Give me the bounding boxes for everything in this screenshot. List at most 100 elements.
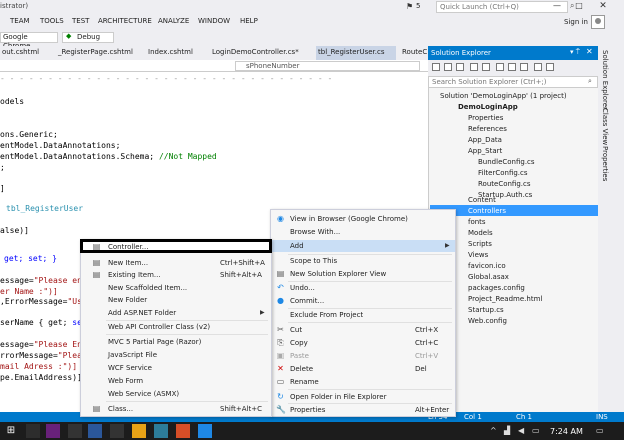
menu-item-new-folder[interactable]: New Folder	[108, 296, 147, 304]
volume-icon[interactable]: ◀	[518, 426, 524, 435]
browser-select[interactable]: Google Chrome	[0, 32, 58, 50]
tree-item[interactable]: Scripts	[468, 240, 492, 248]
menu-item-add[interactable]: Add	[290, 242, 304, 250]
side-tab-class-view[interactable]: Class View	[601, 108, 609, 145]
word-icon[interactable]	[88, 424, 102, 438]
refresh-icon[interactable]	[496, 63, 504, 71]
menu-item-controller[interactable]: Controller...	[108, 243, 148, 251]
network-icon[interactable]: ▟	[504, 426, 510, 435]
menu-item-open-folder[interactable]: Open Folder in File Explorer	[290, 393, 386, 401]
tree-item[interactable]: App_Start	[468, 147, 502, 155]
menu-item-add-aspnet-folder[interactable]: Add ASP.NET Folder	[108, 309, 176, 317]
tree-item[interactable]: fonts	[468, 218, 486, 226]
history-icon[interactable]	[482, 63, 490, 71]
tab-registerpage[interactable]: _RegisterPage.cshtml	[58, 48, 133, 56]
menu-item-copy[interactable]: Copy	[290, 339, 308, 347]
tab-layout[interactable]: out.cshtml	[2, 48, 39, 56]
menu-item-view-in-browser[interactable]: View in Browser (Google Chrome)	[290, 215, 408, 223]
menu-team[interactable]: TEAM	[10, 17, 30, 25]
keyboard-icon[interactable]: ▭	[532, 426, 540, 435]
taskbar-app-icon[interactable]	[176, 424, 190, 438]
close-icon[interactable]: ✕	[586, 47, 593, 56]
taskbar-app-icon[interactable]	[110, 424, 124, 438]
solution-search-input[interactable]: Search Solution Explorer (Ctrl+;)	[428, 76, 598, 88]
taskbar-app-icon[interactable]	[198, 424, 212, 438]
side-tab-properties[interactable]: Properties	[601, 146, 609, 181]
tree-item[interactable]: BundleConfig.cs	[478, 158, 535, 166]
menu-architecture[interactable]: ARCHITECTURE	[98, 17, 152, 25]
menu-analyze[interactable]: ANALYZE	[158, 17, 189, 25]
tree-item[interactable]: App_Data	[468, 136, 502, 144]
tree-item[interactable]: Models	[468, 229, 493, 237]
taskbar-app-icon[interactable]	[154, 424, 168, 438]
tree-item[interactable]: Content	[468, 196, 496, 204]
tree-item[interactable]: Views	[468, 251, 488, 259]
menu-help[interactable]: HELP	[240, 17, 258, 25]
clock[interactable]: 7:24 AM	[550, 427, 583, 436]
home-icon[interactable]	[456, 63, 464, 71]
menu-item-exclude-from-project[interactable]: Exclude From Project	[290, 311, 363, 319]
menu-item-new-item[interactable]: New Item...	[108, 259, 148, 267]
properties-icon[interactable]	[534, 63, 542, 71]
tree-item-project[interactable]: DemoLoginApp	[458, 103, 518, 111]
tree-item[interactable]: FilterConfig.cs	[478, 169, 528, 177]
preview-icon[interactable]	[546, 63, 554, 71]
menu-item-paste[interactable]: Paste	[290, 352, 309, 360]
menu-item-browse-with[interactable]: Browse With...	[290, 228, 340, 236]
taskbar-app-icon[interactable]	[26, 424, 40, 438]
tray-chevron-icon[interactable]: ^	[490, 426, 497, 435]
notification-count[interactable]: 5	[416, 2, 420, 10]
menu-item-commit[interactable]: Commit...	[290, 297, 324, 305]
forward-icon[interactable]	[444, 63, 452, 71]
maximize-button[interactable]: □	[570, 0, 588, 14]
sign-in-link[interactable]: Sign in	[564, 18, 588, 26]
menu-item-javascript-file[interactable]: JavaScript File	[108, 351, 157, 359]
minimize-button[interactable]: —	[548, 0, 566, 14]
menu-item-new-solution-explorer-view[interactable]: New Solution Explorer View	[290, 270, 386, 278]
tab-tbl-registeruser[interactable]: tbl_RegisterUser.cs	[318, 48, 385, 56]
search-icon[interactable]: ⌕	[588, 77, 592, 86]
tree-item[interactable]: Startup.cs	[468, 306, 504, 314]
show-all-files-icon[interactable]	[520, 63, 528, 71]
menu-tools[interactable]: TOOLS	[40, 17, 64, 25]
menu-window[interactable]: WINDOW	[198, 17, 230, 25]
tree-item[interactable]: RouteConfig.cs	[478, 180, 531, 188]
avatar[interactable]	[591, 15, 605, 29]
menu-item-undo[interactable]: Undo...	[290, 284, 315, 292]
tree-item[interactable]: packages.config	[468, 284, 525, 292]
tree-item[interactable]: Web.config	[468, 317, 507, 325]
taskbar-app-icon[interactable]	[68, 424, 82, 438]
menu-item-web-service[interactable]: Web Service (ASMX)	[108, 390, 179, 398]
tree-item[interactable]: favicon.ico	[468, 262, 506, 270]
menu-item-cut[interactable]: Cut	[290, 326, 302, 334]
menu-item-rename[interactable]: Rename	[290, 378, 319, 386]
notification-flag-icon[interactable]: ⚑	[406, 2, 413, 11]
close-window-button[interactable]: ✕	[594, 0, 612, 14]
menu-item-mvc-partial-page[interactable]: MVC 5 Partial Page (Razor)	[108, 338, 201, 346]
tree-item-selected[interactable]: Controllers	[468, 207, 506, 215]
sync-icon[interactable]	[470, 63, 478, 71]
collapse-icon[interactable]	[508, 63, 516, 71]
tab-logindemocontroller[interactable]: LoginDemoController.cs*	[212, 48, 299, 56]
member-dropdown[interactable]: sPhoneNumber	[235, 61, 420, 71]
start-icon[interactable]: ⊞	[4, 424, 18, 438]
menu-item-scope-to-this[interactable]: Scope to This	[290, 257, 337, 265]
tree-item[interactable]: References	[468, 125, 507, 133]
pin-icon[interactable]: ▾ ⍑	[570, 48, 580, 57]
tree-item[interactable]: Project_Readme.html	[468, 295, 542, 303]
menu-item-web-api-controller[interactable]: Web API Controller Class (v2)	[108, 323, 210, 331]
menu-item-web-form[interactable]: Web Form	[108, 377, 143, 385]
side-tab-solution-explorer[interactable]: Solution Explorer	[601, 50, 609, 110]
tree-item[interactable]: Global.asax	[468, 273, 509, 281]
visual-studio-icon[interactable]	[46, 424, 60, 438]
menu-item-class[interactable]: Class...	[108, 405, 133, 413]
tab-index[interactable]: Index.cshtml	[148, 48, 193, 56]
back-icon[interactable]	[432, 63, 440, 71]
menu-test[interactable]: TEST	[72, 17, 89, 25]
menu-item-wcf-service[interactable]: WCF Service	[108, 364, 152, 372]
menu-item-existing-item[interactable]: Existing Item...	[108, 271, 161, 279]
file-explorer-icon[interactable]	[132, 424, 146, 438]
tree-item[interactable]: Properties	[468, 114, 503, 122]
tab-routeconfig[interactable]: RouteC	[402, 48, 427, 56]
menu-item-properties[interactable]: Properties	[290, 406, 325, 414]
